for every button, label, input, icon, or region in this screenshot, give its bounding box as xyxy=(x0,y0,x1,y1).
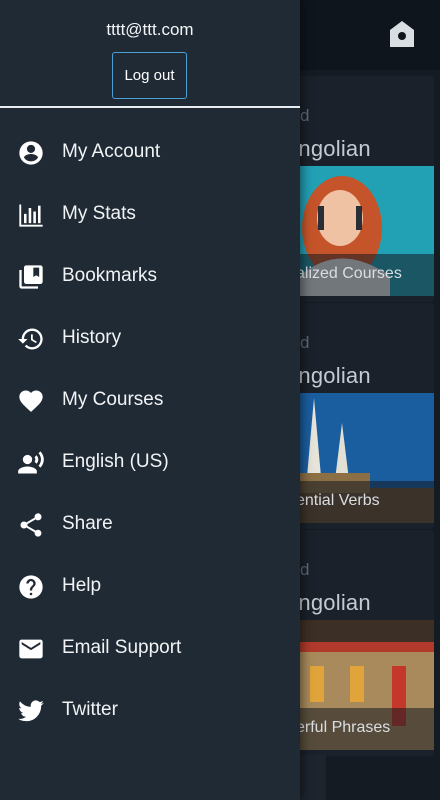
card-caption-text: erful Phrases xyxy=(296,719,391,736)
menu-item-language[interactable]: English (US) xyxy=(0,432,300,494)
menu-item-twitter[interactable]: Twitter xyxy=(0,680,300,742)
menu-item-label: My Stats xyxy=(62,203,136,224)
share-icon xyxy=(20,513,42,537)
menu-item-email-support[interactable]: Email Support xyxy=(0,618,300,680)
navigation-drawer: tttt@ttt.com Log out My Account My Stats… xyxy=(0,0,300,800)
heart-icon xyxy=(19,390,43,412)
user-email: tttt@ttt.com xyxy=(106,20,194,39)
home-icon xyxy=(390,21,414,47)
menu-item-label: Twitter xyxy=(62,699,118,720)
menu-item-my-courses[interactable]: My Courses xyxy=(0,370,300,432)
bookmarks-icon xyxy=(19,265,43,289)
bar-chart-icon xyxy=(19,204,43,227)
menu-item-my-account[interactable]: My Account xyxy=(0,122,300,184)
menu-item-bookmarks[interactable]: Bookmarks xyxy=(0,246,300,308)
logout-button[interactable]: Log out xyxy=(112,52,187,99)
menu-item-label: My Courses xyxy=(62,389,164,410)
card-caption-text: ential Verbs xyxy=(296,492,380,509)
bottom-bar-fragment xyxy=(300,755,326,800)
help-icon xyxy=(19,575,43,599)
account-circle-icon xyxy=(19,141,43,165)
twitter-icon xyxy=(18,700,44,722)
menu-item-label: History xyxy=(62,327,122,348)
home-button[interactable] xyxy=(384,16,420,52)
card-kicker: d xyxy=(300,560,310,579)
card-caption-text: alized Courses xyxy=(296,265,402,282)
menu-item-history[interactable]: History xyxy=(0,308,300,370)
menu-item-my-stats[interactable]: My Stats xyxy=(0,184,300,246)
email-icon xyxy=(19,639,43,659)
menu-item-label: Bookmarks xyxy=(62,265,158,286)
menu-item-label: English (US) xyxy=(62,451,169,472)
menu-item-label: My Account xyxy=(62,141,161,162)
menu-item-help[interactable]: Help xyxy=(0,556,300,618)
card-kicker: d xyxy=(300,333,310,352)
card-kicker: d xyxy=(300,106,310,125)
menu-item-label: Email Support xyxy=(62,637,182,658)
menu-item-label: Help xyxy=(62,575,102,596)
drawer-header: tttt@ttt.com Log out xyxy=(0,0,300,108)
drawer-menu: My Account My Stats Bookmarks History My… xyxy=(0,122,300,742)
voice-language-icon xyxy=(18,451,44,474)
menu-item-label: Share xyxy=(62,513,113,534)
menu-item-share[interactable]: Share xyxy=(0,494,300,556)
history-icon xyxy=(18,328,43,350)
